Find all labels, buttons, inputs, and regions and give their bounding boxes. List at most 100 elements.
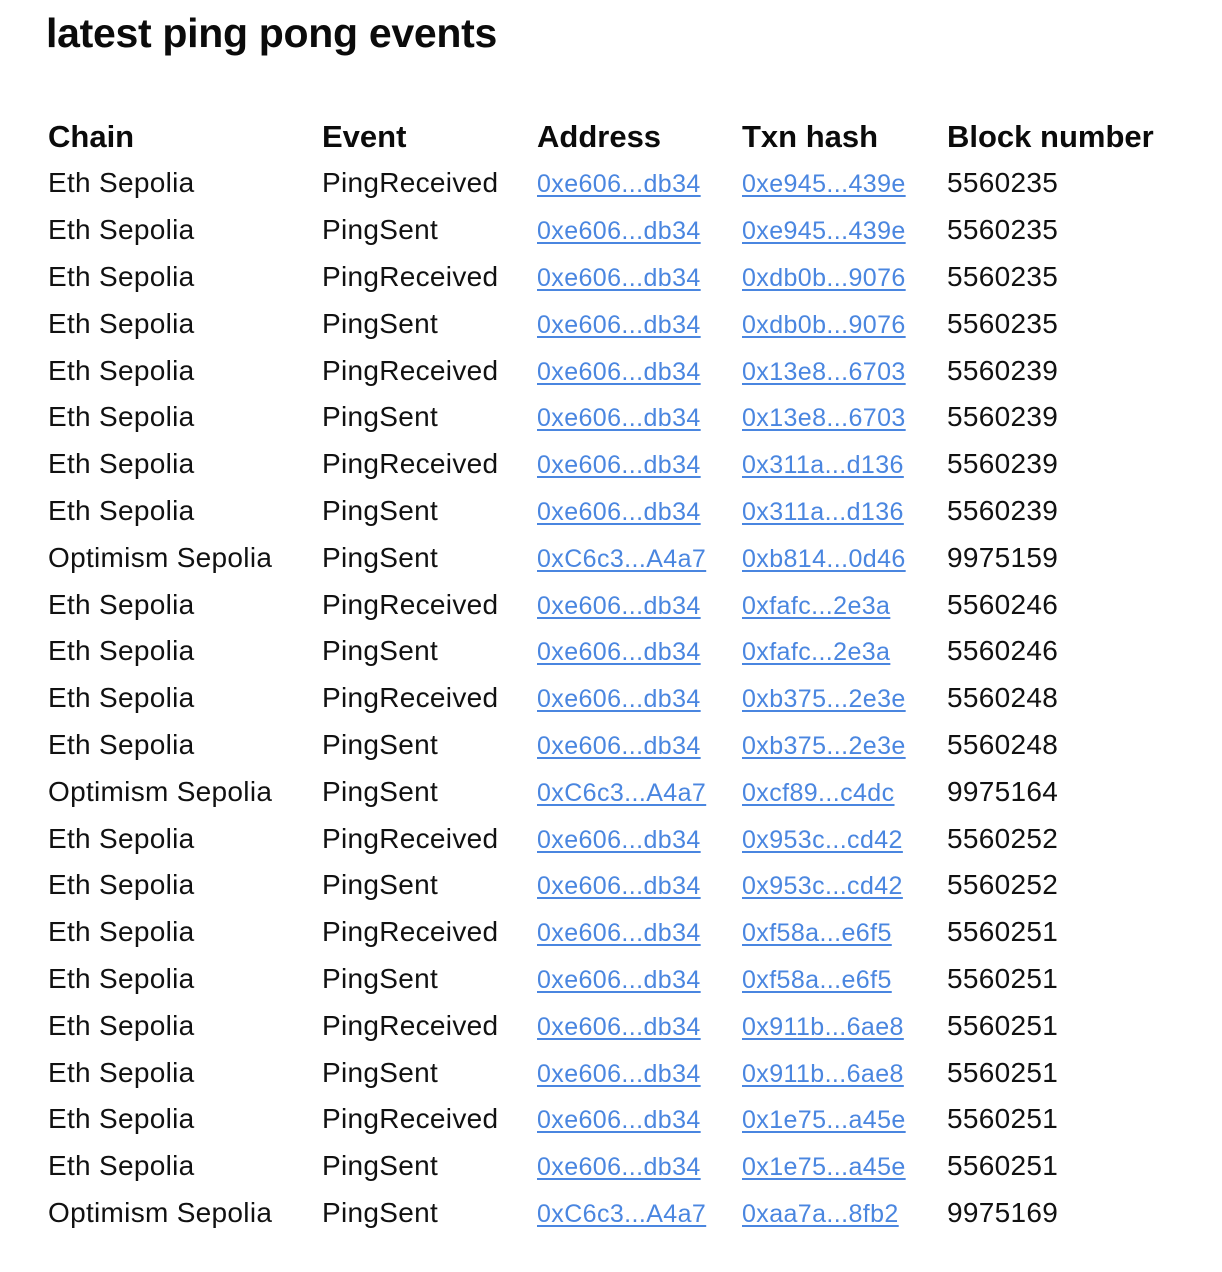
- txn-hash-link[interactable]: 0x13e8...6703: [742, 404, 906, 432]
- address-link[interactable]: 0xe606...db34: [537, 311, 701, 339]
- cell-event: PingReceived: [322, 588, 499, 620]
- txn-hash-link[interactable]: 0xf58a...e6f5: [742, 919, 892, 947]
- events-table: Chain Event Address Txn hash Block numbe…: [38, 113, 1177, 1236]
- txn-hash-link[interactable]: 0xfafc...2e3a: [742, 638, 890, 666]
- txn-hash-link[interactable]: 0x1e75...a45e: [742, 1153, 906, 1181]
- cell-address: 0xe606...db34: [527, 909, 732, 956]
- cell-event: PingReceived: [322, 916, 499, 948]
- txn-hash-link[interactable]: 0xb375...2e3e: [742, 685, 906, 713]
- cell-block-number: 5560235: [947, 307, 1059, 339]
- table-row: Eth Sepolia PingReceived 0xe606...db34 0x1e…: [38, 1096, 1177, 1143]
- cell-block-number: 5560248: [947, 682, 1059, 714]
- txn-hash-link[interactable]: 0x1e75...a45e: [742, 1106, 906, 1134]
- cell-chain: Eth Sepolia: [48, 167, 195, 199]
- txn-hash-link[interactable]: 0xb375...2e3e: [742, 732, 906, 760]
- table-row: Eth Sepolia PingReceived 0xe606...db34 0x91…: [38, 1002, 1177, 1049]
- cell-event: PingReceived: [322, 822, 499, 854]
- cell-chain: Eth Sepolia: [48, 635, 195, 667]
- txn-hash-link[interactable]: 0xdb0b...9076: [742, 311, 906, 339]
- txn-hash-link[interactable]: 0x953c...cd42: [742, 826, 903, 854]
- address-link[interactable]: 0xe606...db34: [537, 685, 701, 713]
- table-row: Eth Sepolia PingReceived 0xe606...db34 0xf5…: [38, 909, 1177, 956]
- cell-address: 0xC6c3...A4a7: [527, 768, 732, 815]
- cell-block-number: 5560239: [947, 354, 1059, 386]
- address-link[interactable]: 0xe606...db34: [537, 1153, 701, 1181]
- address-link[interactable]: 0xe606...db34: [537, 1013, 701, 1041]
- txn-hash-link[interactable]: 0xaa7a...8fb2: [742, 1200, 899, 1228]
- txn-hash-link[interactable]: 0xe945...439e: [742, 217, 906, 245]
- table-row: Eth Sepolia PingReceived 0xe606...db34 0xe9…: [38, 160, 1177, 207]
- table-row: Eth Sepolia PingSent 0xe606...db34 0xf58a..…: [38, 956, 1177, 1003]
- txn-hash-link[interactable]: 0x953c...cd42: [742, 872, 903, 900]
- txn-hash-link[interactable]: 0xb814...0d46: [742, 545, 906, 573]
- cell-address: 0xe606...db34: [527, 1096, 732, 1143]
- address-link[interactable]: 0xC6c3...A4a7: [537, 779, 706, 807]
- address-link[interactable]: 0xe606...db34: [537, 826, 701, 854]
- txn-hash-link[interactable]: 0x911b...6ae8: [742, 1013, 904, 1041]
- txn-hash-link[interactable]: 0x911b...6ae8: [742, 1060, 904, 1088]
- txn-hash-link[interactable]: 0xfafc...2e3a: [742, 592, 890, 620]
- address-link[interactable]: 0xe606...db34: [537, 404, 701, 432]
- txn-hash-link[interactable]: 0x311a...d136: [742, 498, 904, 526]
- cell-chain: Eth Sepolia: [48, 260, 195, 292]
- address-link[interactable]: 0xe606...db34: [537, 170, 701, 198]
- header-block-number: Block number: [947, 118, 1154, 154]
- cell-txn-hash: 0xaa7a...8fb2: [732, 1190, 937, 1237]
- cell-txn-hash: 0xfafc...2e3a: [732, 581, 937, 628]
- address-link[interactable]: 0xe606...db34: [537, 966, 701, 994]
- txn-hash-link[interactable]: 0xe945...439e: [742, 170, 906, 198]
- header-event: Event: [322, 118, 407, 154]
- address-link[interactable]: 0xe606...db34: [537, 451, 701, 479]
- cell-address: 0xe606...db34: [527, 394, 732, 441]
- table-row: Eth Sepolia PingSent 0xe606...db34 0xfafc..…: [38, 628, 1177, 675]
- address-link[interactable]: 0xe606...db34: [537, 638, 701, 666]
- cell-event: PingSent: [322, 869, 439, 901]
- cell-txn-hash: 0x311a...d136: [732, 441, 937, 488]
- txn-hash-link[interactable]: 0xdb0b...9076: [742, 264, 906, 292]
- address-link[interactable]: 0xe606...db34: [537, 358, 701, 386]
- address-link[interactable]: 0xe606...db34: [537, 1060, 701, 1088]
- txn-hash-link[interactable]: 0x13e8...6703: [742, 358, 906, 386]
- table-row: Eth Sepolia PingSent 0xe606...db34 0xb375..…: [38, 722, 1177, 769]
- cell-txn-hash: 0xdb0b...9076: [732, 254, 937, 301]
- cell-event: PingReceived: [322, 682, 499, 714]
- txn-hash-link[interactable]: 0xf58a...e6f5: [742, 966, 892, 994]
- cell-event: PingSent: [322, 1056, 439, 1088]
- address-link[interactable]: 0xC6c3...A4a7: [537, 1200, 706, 1228]
- cell-chain: Optimism Sepolia: [48, 775, 273, 807]
- cell-address: 0xe606...db34: [527, 815, 732, 862]
- address-link[interactable]: 0xe606...db34: [537, 592, 701, 620]
- table-row: Eth Sepolia PingReceived 0xe606...db34 0xdb…: [38, 254, 1177, 301]
- cell-chain: Eth Sepolia: [48, 728, 195, 760]
- cell-block-number: 5560251: [947, 962, 1059, 994]
- cell-event: PingReceived: [322, 167, 499, 199]
- cell-address: 0xe606...db34: [527, 441, 732, 488]
- cell-txn-hash: 0x1e75...a45e: [732, 1143, 937, 1190]
- cell-event: PingSent: [322, 635, 439, 667]
- address-link[interactable]: 0xe606...db34: [537, 1106, 701, 1134]
- cell-address: 0xe606...db34: [527, 254, 732, 301]
- header-address: Address: [537, 118, 662, 154]
- address-link[interactable]: 0xe606...db34: [537, 264, 701, 292]
- header-txn-hash: Txn hash: [742, 118, 879, 154]
- cell-block-number: 5560239: [947, 448, 1059, 480]
- table-row: Eth Sepolia PingReceived 0xe606...db34 0x95…: [38, 815, 1177, 862]
- address-link[interactable]: 0xC6c3...A4a7: [537, 545, 706, 573]
- cell-block-number: 5560251: [947, 1009, 1059, 1041]
- address-link[interactable]: 0xe606...db34: [537, 919, 701, 947]
- cell-address: 0xe606...db34: [527, 581, 732, 628]
- txn-hash-link[interactable]: 0x311a...d136: [742, 451, 904, 479]
- cell-chain: Optimism Sepolia: [48, 541, 273, 573]
- cell-txn-hash: 0xe945...439e: [732, 160, 937, 207]
- address-link[interactable]: 0xe606...db34: [537, 732, 701, 760]
- cell-block-number: 9975159: [947, 541, 1059, 573]
- address-link[interactable]: 0xe606...db34: [537, 217, 701, 245]
- cell-event: PingSent: [322, 307, 439, 339]
- table-row: Eth Sepolia PingReceived 0xe606...db34 0xb3…: [38, 675, 1177, 722]
- address-link[interactable]: 0xe606...db34: [537, 872, 701, 900]
- address-link[interactable]: 0xe606...db34: [537, 498, 701, 526]
- cell-block-number: 5560251: [947, 1150, 1059, 1182]
- cell-block-number: 5560252: [947, 869, 1059, 901]
- cell-chain: Eth Sepolia: [48, 354, 195, 386]
- txn-hash-link[interactable]: 0xcf89...c4dc: [742, 779, 895, 807]
